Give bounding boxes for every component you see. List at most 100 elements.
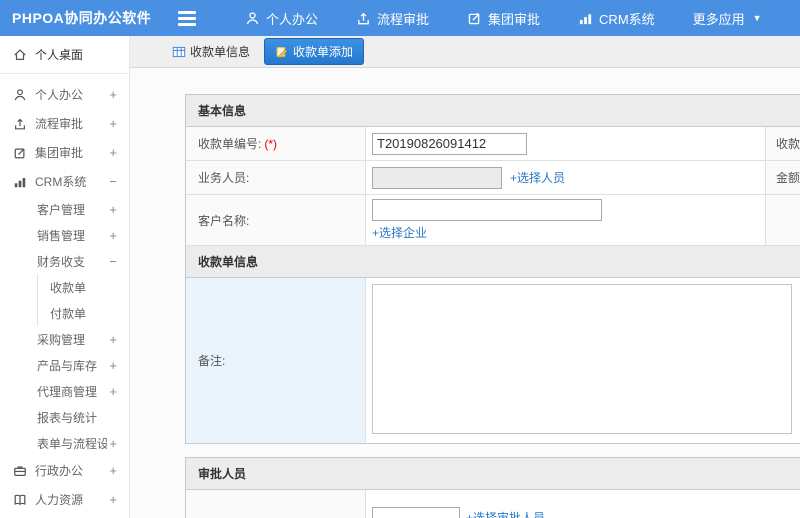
table-gap bbox=[185, 444, 800, 457]
section-header-approval: 审批人员 bbox=[186, 458, 800, 490]
nav-more-apps[interactable]: 更多应用 ▼ bbox=[674, 0, 781, 36]
sidebar-item-receipt-order[interactable]: 收款单 bbox=[38, 274, 129, 300]
sidebar-item-personal-desktop[interactable]: 个人桌面 bbox=[0, 40, 129, 69]
row-remark: 备注: bbox=[186, 278, 800, 443]
app-title: PHPOA协同办公软件 bbox=[12, 10, 152, 26]
nav-crm-system[interactable]: CRM系统 bbox=[559, 0, 674, 36]
remark-label: 备注: bbox=[186, 278, 366, 443]
divider bbox=[0, 73, 129, 74]
briefcase-icon bbox=[14, 465, 26, 476]
nav-group-approval[interactable]: 集团审批 bbox=[448, 0, 559, 36]
tab-label: 收款单添加 bbox=[293, 45, 354, 59]
collapse-toggle[interactable]: − bbox=[109, 174, 117, 189]
customer-name-label: 客户名称: bbox=[186, 195, 366, 245]
sidebar-item-payment-order[interactable]: 付款单 bbox=[38, 300, 129, 326]
approval-icon bbox=[14, 147, 25, 158]
sidebar-item-reports-stats[interactable]: 报表与统计 bbox=[0, 404, 129, 430]
expand-toggle[interactable]: + bbox=[109, 228, 117, 243]
finance-submenu: 收款单 付款单 bbox=[37, 274, 129, 326]
receipt-form-table: 基本信息 收款单编号: (*) 收款单 业务人员: bbox=[185, 94, 800, 444]
select-approver-link[interactable]: +选择审批人员 bbox=[466, 509, 545, 518]
select-person-link[interactable]: +选择人员 bbox=[510, 169, 565, 186]
expand-toggle[interactable]: + bbox=[109, 202, 117, 217]
section-header-basic-info: 基本信息 bbox=[186, 95, 800, 127]
expand-toggle[interactable]: + bbox=[109, 116, 117, 131]
required-mark: (*) bbox=[264, 136, 278, 151]
nav-label: CRM系统 bbox=[599, 11, 655, 27]
sidebar-item-admin-office[interactable]: 行政办公 + bbox=[0, 456, 129, 485]
sidebar-item-product-inventory[interactable]: 产品与库存 + bbox=[0, 352, 129, 378]
nav-label: 集团审批 bbox=[488, 11, 541, 27]
sidebar-item-personal-office[interactable]: 个人办公 + bbox=[0, 80, 129, 109]
approval-table: 审批人员 设置审批人员: (*) +选择审批人员 提醒审 bbox=[185, 457, 800, 518]
receipt-number-input[interactable] bbox=[372, 132, 527, 155]
book-icon bbox=[14, 494, 26, 505]
expand-toggle[interactable]: + bbox=[109, 145, 117, 160]
nav-label: 流程审批 bbox=[377, 11, 430, 27]
row-receipt-number: 收款单编号: (*) 收款单 bbox=[186, 127, 800, 161]
expand-toggle[interactable]: + bbox=[109, 358, 117, 373]
approval-icon bbox=[468, 12, 480, 24]
sidebar-item-form-flow-settings[interactable]: 表单与流程设置 + bbox=[0, 430, 129, 456]
home-icon bbox=[14, 48, 26, 60]
hamburger-menu-icon[interactable] bbox=[178, 10, 204, 26]
tab-receipt-add[interactable]: 收款单添加 bbox=[264, 38, 365, 65]
chart-icon bbox=[14, 177, 26, 187]
nav-personal-office[interactable]: 个人办公 bbox=[226, 0, 337, 36]
expand-toggle[interactable]: + bbox=[109, 384, 117, 399]
expand-toggle[interactable]: + bbox=[109, 332, 117, 347]
approver-cell: +选择审批人员 提醒审批人员: 短消息提示 注：流程第一步审批人员，这里选择你的… bbox=[366, 490, 800, 518]
chart-icon bbox=[579, 13, 592, 24]
top-header: PHPOA协同办公软件 个人办公 流程审批 集团审批 CRM系统 更多应用 ▼ bbox=[0, 0, 800, 36]
row-set-approver: 设置审批人员: (*) +选择审批人员 提醒审批人员: 短消息提示 bbox=[186, 490, 800, 518]
app-window: PHPOA协同办公软件 个人办公 流程审批 集团审批 CRM系统 更多应用 ▼ bbox=[0, 0, 800, 518]
process-icon bbox=[358, 12, 369, 24]
receipt-date-label: 收款单 bbox=[766, 127, 800, 160]
main-area: 收款单信息 收款单添加 基本信息 收款单编号: (*) T20190826091… bbox=[130, 36, 800, 518]
sidebar-item-finance[interactable]: 财务收支 − bbox=[0, 248, 129, 274]
approver-input[interactable] bbox=[372, 506, 460, 518]
sidebar-item-agent-mgmt[interactable]: 代理商管理 + bbox=[0, 378, 129, 404]
row-salesman: 业务人员: +选择人员 金额: bbox=[186, 161, 800, 195]
top-nav: 个人办公 流程审批 集团审批 CRM系统 更多应用 ▼ bbox=[226, 0, 781, 36]
sidebar: 个人桌面 个人办公 + 流程审批 + 集团审批 + CRM系统 − 客户管理 +… bbox=[0, 36, 130, 518]
table-icon bbox=[172, 46, 186, 57]
person-icon bbox=[14, 88, 26, 100]
sidebar-item-document-mgmt[interactable]: 公文管理 + bbox=[0, 514, 129, 518]
empty-cell bbox=[766, 195, 800, 245]
expand-toggle[interactable]: + bbox=[109, 463, 117, 478]
expand-toggle[interactable]: + bbox=[109, 436, 117, 451]
expand-toggle[interactable]: + bbox=[109, 492, 117, 507]
process-icon bbox=[15, 118, 25, 129]
sidebar-item-human-resources[interactable]: 人力资源 + bbox=[0, 485, 129, 514]
salesman-cell: +选择人员 bbox=[366, 161, 766, 194]
select-company-link[interactable]: +选择企业 bbox=[372, 224, 427, 241]
form-content: 基本信息 收款单编号: (*) 收款单 业务人员: bbox=[130, 68, 800, 518]
sidebar-item-group-approval[interactable]: 集团审批 + bbox=[0, 138, 129, 167]
amount-label: 金额: bbox=[766, 161, 800, 194]
nav-process-approval[interactable]: 流程审批 bbox=[337, 0, 448, 36]
add-note-icon bbox=[276, 46, 288, 58]
receipt-number-label: 收款单编号: (*) bbox=[186, 127, 366, 160]
collapse-toggle[interactable]: − bbox=[109, 254, 117, 269]
salesman-input[interactable] bbox=[372, 166, 502, 189]
remark-cell bbox=[366, 278, 800, 443]
sidebar-item-process-approval[interactable]: 流程审批 + bbox=[0, 109, 129, 138]
sidebar-item-crm-system[interactable]: CRM系统 − bbox=[0, 167, 129, 196]
customer-name-input[interactable] bbox=[372, 199, 602, 221]
remark-textarea[interactable] bbox=[372, 284, 792, 434]
sidebar-item-sales-mgmt[interactable]: 销售管理 + bbox=[0, 222, 129, 248]
section-header-receipt-info: 收款单信息 bbox=[186, 246, 800, 278]
customer-name-cell: +选择企业 bbox=[366, 195, 766, 245]
receipt-number-cell bbox=[366, 127, 766, 160]
expand-toggle[interactable]: + bbox=[109, 87, 117, 102]
tab-label: 收款单信息 bbox=[190, 45, 251, 59]
nav-label: 更多应用 bbox=[692, 11, 745, 27]
row-customer-name: 客户名称: +选择企业 bbox=[186, 195, 800, 246]
set-approver-label: 设置审批人员: (*) bbox=[186, 490, 366, 518]
nav-label: 个人办公 bbox=[266, 11, 319, 27]
person-icon bbox=[246, 11, 259, 24]
sidebar-item-purchase-mgmt[interactable]: 采购管理 + bbox=[0, 326, 129, 352]
tab-receipt-info[interactable]: 收款单信息 bbox=[164, 39, 258, 64]
sidebar-item-customer-mgmt[interactable]: 客户管理 + bbox=[0, 196, 129, 222]
